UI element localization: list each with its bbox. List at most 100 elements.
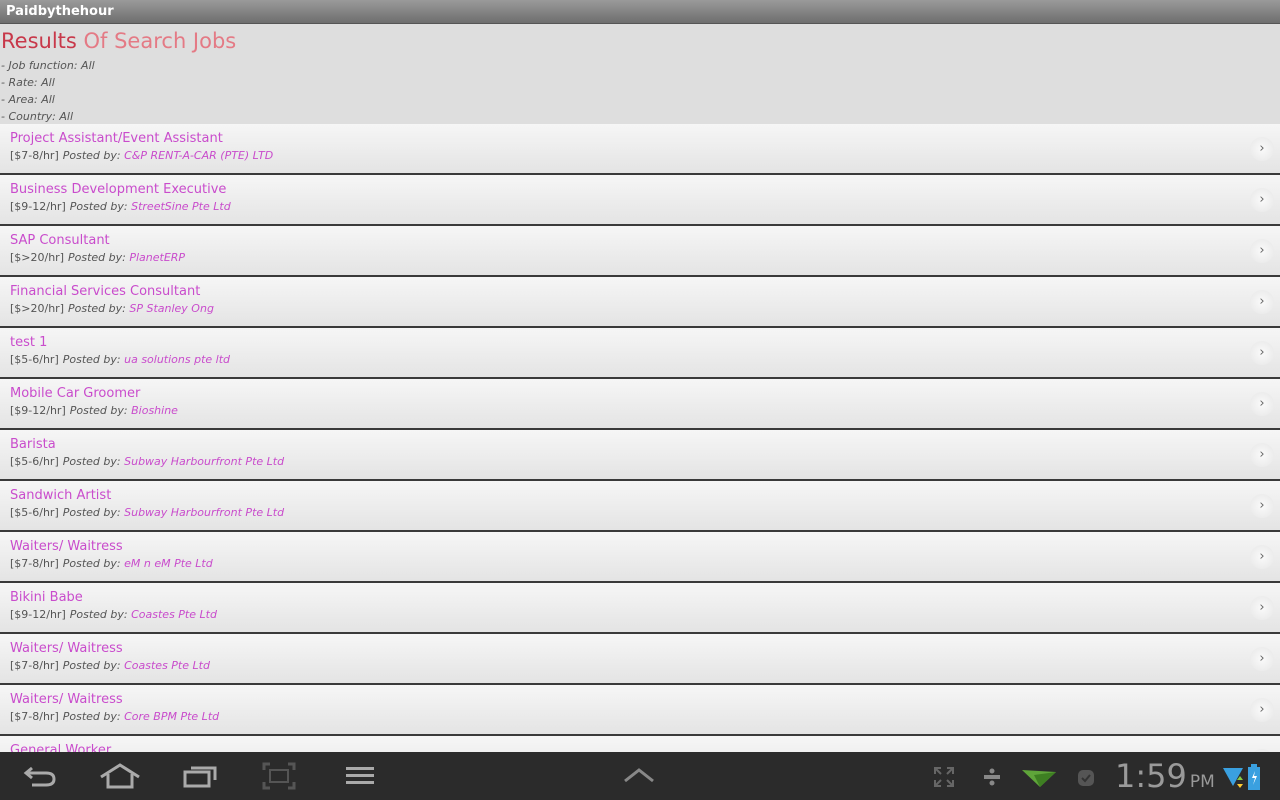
chevron-right-icon[interactable]: › xyxy=(1250,698,1274,722)
notification-check-icon xyxy=(1078,770,1094,786)
job-list-item[interactable]: test 1 [$5-6/hr] Posted by: ua solutions p… xyxy=(0,328,1280,379)
job-poster[interactable]: Coastes Pte Ltd xyxy=(131,608,217,621)
job-title: Barista xyxy=(10,437,56,452)
app-title-bar: Paidbythehour xyxy=(0,0,1280,24)
results-header: Results Of Search Jobs - Job function: A… xyxy=(0,24,1280,124)
recent-apps-icon[interactable] xyxy=(183,762,219,790)
job-list-item[interactable]: Project Assistant/Event Assistant [$7-8/h… xyxy=(0,124,1280,175)
job-poster[interactable]: eM n eM Pte Ltd xyxy=(124,557,213,570)
clock-time: 1:59 xyxy=(1115,757,1187,795)
job-title: Sandwich Artist xyxy=(10,488,112,503)
job-list-item[interactable]: Financial Services Consultant [$>20/hr] Po… xyxy=(0,277,1280,328)
wifi-icon xyxy=(1223,768,1243,788)
job-poster[interactable]: C&P RENT-A-CAR (PTE) LTD xyxy=(124,149,273,162)
chevron-right-icon[interactable]: › xyxy=(1250,596,1274,620)
posted-by-label: Posted by: xyxy=(62,659,121,672)
page-title: Results Of Search Jobs xyxy=(1,25,1280,57)
posted-by-label: Posted by: xyxy=(69,200,128,213)
status-clock[interactable]: 1:59 PM xyxy=(1115,758,1215,800)
posted-by-label: Posted by: xyxy=(62,710,121,723)
job-list-item[interactable]: Barista [$5-6/hr] Posted by: Subway Harbou… xyxy=(0,430,1280,481)
job-title: Project Assistant/Event Assistant xyxy=(10,131,223,146)
job-poster[interactable]: ua solutions pte ltd xyxy=(124,353,230,366)
search-filters: - Job function: All - Rate: All - Area: … xyxy=(1,57,1280,125)
chevron-right-icon[interactable]: › xyxy=(1250,290,1274,314)
job-list-item[interactable]: SAP Consultant [$>20/hr] Posted by: Planet… xyxy=(0,226,1280,277)
job-list-item[interactable]: Waiters/ Waitress [$7-8/hr] Posted by: Coa… xyxy=(0,634,1280,685)
chevron-right-icon[interactable]: › xyxy=(1250,137,1274,161)
screenshot-icon[interactable] xyxy=(262,762,296,790)
job-rate: [$>20/hr] xyxy=(10,251,64,264)
job-meta: [$5-6/hr] Posted by: ua solutions pte ltd xyxy=(10,351,1280,369)
menu-icon[interactable] xyxy=(344,762,376,790)
job-poster[interactable]: StreetSine Pte Ltd xyxy=(131,200,231,213)
job-meta: [$7-8/hr] Posted by: eM n eM Pte Ltd xyxy=(10,555,1280,573)
job-meta: [$>20/hr] Posted by: SP Stanley Ong xyxy=(10,300,1280,318)
back-icon[interactable] xyxy=(22,762,58,790)
filter-rate: - Rate: All xyxy=(1,76,55,89)
job-list-item[interactable]: General Worker› xyxy=(0,736,1280,752)
job-list-item[interactable]: Bikini Babe [$9-12/hr] Posted by: Coastes … xyxy=(0,583,1280,634)
job-rate: [$5-6/hr] xyxy=(10,353,59,366)
job-rate: [$7-8/hr] xyxy=(10,710,59,723)
chevron-right-icon[interactable]: › xyxy=(1250,341,1274,365)
posted-by-label: Posted by: xyxy=(62,149,121,162)
chevron-right-icon[interactable]: › xyxy=(1250,494,1274,518)
job-meta: [$7-8/hr] Posted by: Coastes Pte Ltd xyxy=(10,657,1280,675)
posted-by-label: Posted by: xyxy=(68,302,126,315)
chevron-right-icon[interactable]: › xyxy=(1250,188,1274,212)
page-title-rest: Of Search Jobs xyxy=(76,29,237,53)
chevron-right-icon[interactable]: › xyxy=(1250,392,1274,416)
job-meta: [$5-6/hr] Posted by: Subway Harbourfront … xyxy=(10,453,1280,471)
filter-area: - Area: All xyxy=(1,93,55,106)
battery-icon xyxy=(1248,764,1260,790)
job-poster[interactable]: Bioshine xyxy=(131,404,178,417)
up-chevron-icon[interactable] xyxy=(622,766,656,784)
chevron-right-icon[interactable]: › xyxy=(1250,647,1274,671)
job-poster[interactable]: Subway Harbourfront Pte Ltd xyxy=(124,455,284,468)
job-rate: [$5-6/hr] xyxy=(10,455,59,468)
job-title: Financial Services Consultant xyxy=(10,284,201,299)
job-list-item[interactable]: Business Development Executive [$9-12/hr]… xyxy=(0,175,1280,226)
posted-by-label: Posted by: xyxy=(68,251,126,264)
chevron-right-icon[interactable]: › xyxy=(1250,443,1274,467)
job-list-item[interactable]: Waiters/ Waitress [$7-8/hr] Posted by: Cor… xyxy=(0,685,1280,736)
job-list-item[interactable]: Sandwich Artist [$5-6/hr] Posted by: Subwa… xyxy=(0,481,1280,532)
posted-by-label: Posted by: xyxy=(69,404,128,417)
job-meta: [$5-6/hr] Posted by: Subway Harbourfront … xyxy=(10,504,1280,522)
job-title: Bikini Babe xyxy=(10,590,83,605)
job-poster[interactable]: SP Stanley Ong xyxy=(129,302,214,315)
job-title: Waiters/ Waitress xyxy=(10,692,123,707)
job-list-item[interactable]: Mobile Car Groomer [$9-12/hr] Posted by: B… xyxy=(0,379,1280,430)
job-title: Waiters/ Waitress xyxy=(10,539,123,554)
fullscreen-icon[interactable] xyxy=(932,765,956,789)
job-poster[interactable]: Core BPM Pte Ltd xyxy=(124,710,219,723)
chevron-right-icon[interactable]: › xyxy=(1250,545,1274,569)
job-poster[interactable]: Coastes Pte Ltd xyxy=(124,659,210,672)
job-poster[interactable]: Subway Harbourfront Pte Ltd xyxy=(124,506,284,519)
job-poster[interactable]: PlanetERP xyxy=(129,251,185,264)
posted-by-label: Posted by: xyxy=(62,455,121,468)
posted-by-label: Posted by: xyxy=(62,557,121,570)
chevron-right-icon[interactable]: › xyxy=(1250,239,1274,263)
job-rate: [$5-6/hr] xyxy=(10,506,59,519)
job-rate: [$9-12/hr] xyxy=(10,608,66,621)
system-navigation-bar: 1:59 PM xyxy=(0,752,1280,800)
job-meta: [$7-8/hr] Posted by: Core BPM Pte Ltd xyxy=(10,708,1280,726)
job-meta: [$7-8/hr] Posted by: C&P RENT-A-CAR (PTE)… xyxy=(10,147,1280,165)
job-title: Waiters/ Waitress xyxy=(10,641,123,656)
job-rate: [$>20/hr] xyxy=(10,302,64,315)
job-rate: [$7-8/hr] xyxy=(10,659,59,672)
posted-by-label: Posted by: xyxy=(62,506,121,519)
home-icon[interactable] xyxy=(98,762,142,790)
job-title: General Worker xyxy=(10,743,112,752)
posted-by-label: Posted by: xyxy=(62,353,121,366)
job-rate: [$7-8/hr] xyxy=(10,149,59,162)
job-title: SAP Consultant xyxy=(10,233,110,248)
job-list-item[interactable]: Waiters/ Waitress [$7-8/hr] Posted by: eM … xyxy=(0,532,1280,583)
job-list[interactable]: Project Assistant/Event Assistant [$7-8/h… xyxy=(0,124,1280,752)
clock-ampm: PM xyxy=(1189,772,1215,792)
job-meta: [$9-12/hr] Posted by: StreetSine Pte Ltd xyxy=(10,198,1280,216)
job-title: Mobile Car Groomer xyxy=(10,386,141,401)
job-title: Business Development Executive xyxy=(10,182,227,197)
